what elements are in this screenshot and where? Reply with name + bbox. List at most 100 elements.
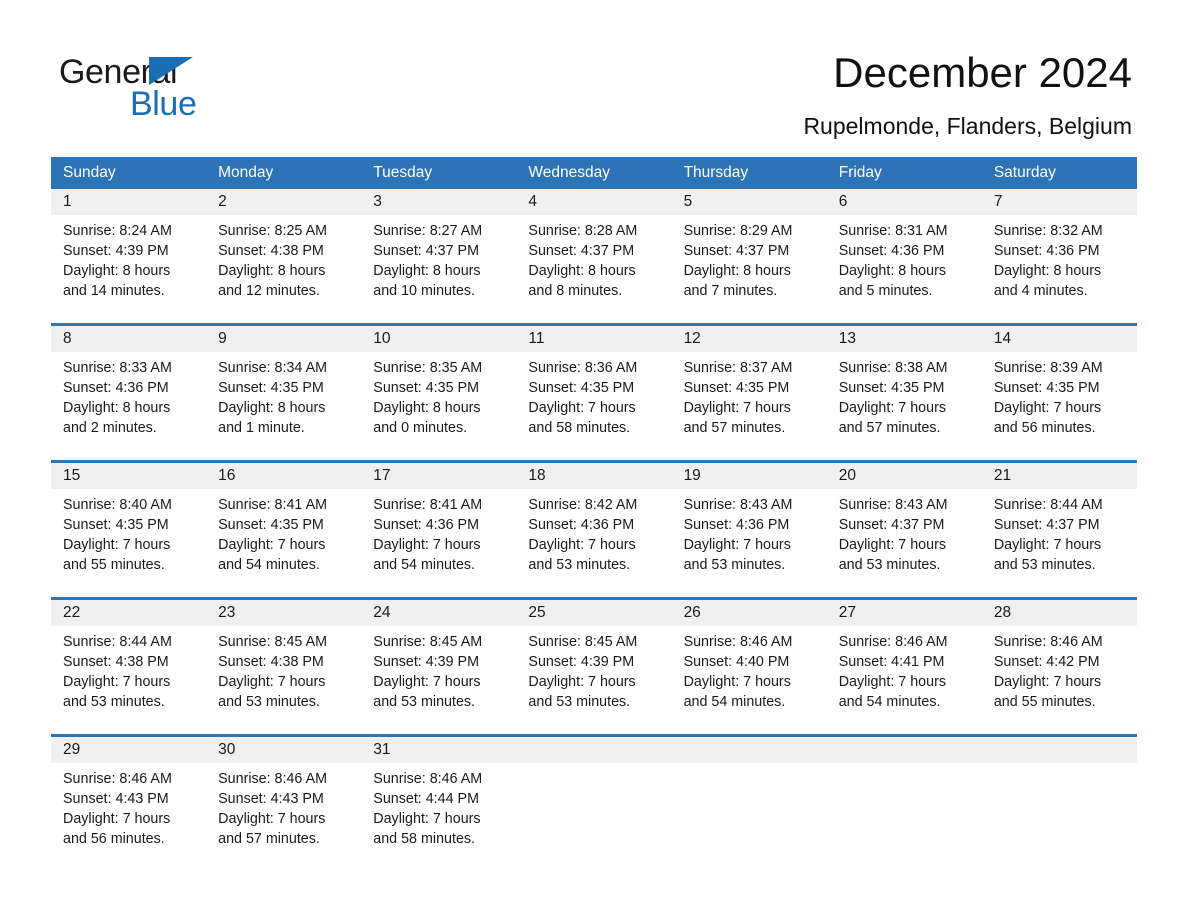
sunrise-text: Sunrise: 8:24 AM [63,223,172,239]
day-number[interactable]: 25 [516,600,671,626]
sunset-text: Sunset: 4:35 PM [838,380,945,396]
day-number[interactable]: 16 [206,463,361,489]
daylight-text-line2: and 58 minutes. [373,831,476,847]
sunrise-text: Sunrise: 8:37 AM [683,360,793,376]
daylight-text-line2: and 55 minutes. [63,557,165,573]
day-detail-cell: Sunrise: 8:25 AM Sunset: 4:38 PM Dayligh… [206,215,361,323]
day-detail-cell: Sunrise: 8:43 AM Sunset: 4:36 PM Dayligh… [672,489,827,597]
daylight-text-line1: Daylight: 7 hours [838,400,946,416]
sunrise-text: Sunrise: 8:29 AM [683,223,793,239]
daylight-text-line2: and 57 minutes. [683,420,786,436]
sunset-text: Sunset: 4:35 PM [373,380,479,396]
day-detail-cell: Sunrise: 8:29 AM Sunset: 4:37 PM Dayligh… [672,215,827,323]
day-number[interactable]: 17 [361,463,516,489]
day-detail-cell: Sunrise: 8:45 AM Sunset: 4:38 PM Dayligh… [206,626,361,734]
week-detail-band: Sunrise: 8:40 AM Sunset: 4:35 PM Dayligh… [51,489,1137,597]
daylight-text-line2: and 54 minutes. [218,557,320,573]
daylight-text-line1: Daylight: 7 hours [683,537,791,553]
sunset-text: Sunset: 4:36 PM [838,243,945,259]
calendar-grid: Sunday Monday Tuesday Wednesday Thursday… [51,157,1137,871]
daylight-text-line2: and 8 minutes. [528,283,623,299]
day-number[interactable]: 2 [206,189,361,215]
day-number[interactable]: 27 [827,600,982,626]
day-detail-cell-empty [982,763,1137,871]
daylight-text-line2: and 53 minutes. [683,557,786,573]
day-number[interactable]: 3 [361,189,516,215]
daylight-text-line1: Daylight: 7 hours [993,537,1102,553]
sunrise-text: Sunrise: 8:46 AM [373,771,483,787]
day-detail-cell: Sunrise: 8:43 AM Sunset: 4:37 PM Dayligh… [827,489,982,597]
sunset-text: Sunset: 4:37 PM [683,243,790,259]
page-title: December 2024 [833,49,1132,96]
sunrise-text: Sunrise: 8:41 AM [218,497,328,513]
sunset-text: Sunset: 4:37 PM [993,517,1100,533]
sunset-text: Sunset: 4:43 PM [63,791,169,807]
calendar-week-row: 29 30 31 Sunrise: 8:46 AM Sunset: 4:43 P… [51,734,1137,871]
day-detail-cell: Sunrise: 8:46 AM Sunset: 4:42 PM Dayligh… [982,626,1137,734]
day-number[interactable]: 20 [827,463,982,489]
daylight-text-line1: Daylight: 7 hours [528,537,636,553]
daylight-text-line1: Daylight: 8 hours [373,263,481,279]
day-number[interactable]: 1 [51,189,206,215]
daylight-text-line2: and 0 minutes. [373,420,468,436]
week-date-band: 8 9 10 11 12 13 14 [51,326,1137,352]
sunset-text: Sunset: 4:37 PM [528,243,635,259]
sunset-text: Sunset: 4:44 PM [373,791,479,807]
daylight-text-line2: and 2 minutes. [63,420,157,436]
day-number[interactable]: 18 [516,463,671,489]
day-detail-cell: Sunrise: 8:46 AM Sunset: 4:40 PM Dayligh… [672,626,827,734]
day-number[interactable]: 13 [827,326,982,352]
daylight-text-line1: Daylight: 8 hours [528,263,636,279]
sunrise-text: Sunrise: 8:46 AM [683,634,793,650]
day-number[interactable]: 24 [361,600,516,626]
day-number[interactable]: 12 [672,326,827,352]
daylight-text-line1: Daylight: 7 hours [838,674,946,690]
week-detail-band: Sunrise: 8:46 AM Sunset: 4:43 PM Dayligh… [51,763,1137,871]
day-number[interactable]: 31 [361,737,516,763]
day-number[interactable]: 7 [982,189,1137,215]
daylight-text-line1: Daylight: 7 hours [63,811,171,827]
day-detail-cell: Sunrise: 8:36 AM Sunset: 4:35 PM Dayligh… [516,352,671,460]
daylight-text-line2: and 53 minutes. [63,694,165,710]
day-number[interactable]: 10 [361,326,516,352]
day-number[interactable]: 22 [51,600,206,626]
sunrise-text: Sunrise: 8:31 AM [838,223,948,239]
calendar-week-row: 8 9 10 11 12 13 14 Sunrise: 8:33 AM Suns… [51,323,1137,460]
daylight-text-line2: and 56 minutes. [63,831,165,847]
daylight-text-line2: and 7 minutes. [683,283,778,299]
day-detail-cell: Sunrise: 8:37 AM Sunset: 4:35 PM Dayligh… [672,352,827,460]
daylight-text-line2: and 58 minutes. [528,420,631,436]
day-number[interactable]: 15 [51,463,206,489]
daylight-text-line1: Daylight: 7 hours [218,674,326,690]
day-number[interactable]: 21 [982,463,1137,489]
day-number[interactable]: 6 [827,189,982,215]
general-blue-logo[interactable]: General Blue [59,52,259,123]
day-detail-cell: Sunrise: 8:31 AM Sunset: 4:36 PM Dayligh… [827,215,982,323]
sunset-text: Sunset: 4:36 PM [993,243,1100,259]
sunrise-text: Sunrise: 8:25 AM [218,223,328,239]
day-number-empty [827,737,982,763]
weekday-header-tuesday: Tuesday [373,164,433,181]
day-number[interactable]: 30 [206,737,361,763]
sunset-text: Sunset: 4:36 PM [683,517,790,533]
daylight-text-line1: Daylight: 7 hours [993,674,1102,690]
day-number[interactable]: 26 [672,600,827,626]
day-number[interactable]: 8 [51,326,206,352]
day-number[interactable]: 29 [51,737,206,763]
day-number[interactable]: 4 [516,189,671,215]
weekday-header-sunday: Sunday [63,164,116,181]
day-number[interactable]: 5 [672,189,827,215]
day-number[interactable]: 11 [516,326,671,352]
triangle-icon [149,57,193,85]
day-number[interactable]: 9 [206,326,361,352]
weekday-header-friday: Friday [838,164,882,181]
day-detail-cell: Sunrise: 8:28 AM Sunset: 4:37 PM Dayligh… [516,215,671,323]
day-number[interactable]: 19 [672,463,827,489]
day-number[interactable]: 28 [982,600,1137,626]
day-number[interactable]: 14 [982,326,1137,352]
day-detail-cell: Sunrise: 8:35 AM Sunset: 4:35 PM Dayligh… [361,352,516,460]
daylight-text-line1: Daylight: 7 hours [373,811,481,827]
daylight-text-line2: and 10 minutes. [373,283,476,299]
day-number[interactable]: 23 [206,600,361,626]
sunset-text: Sunset: 4:37 PM [838,517,945,533]
